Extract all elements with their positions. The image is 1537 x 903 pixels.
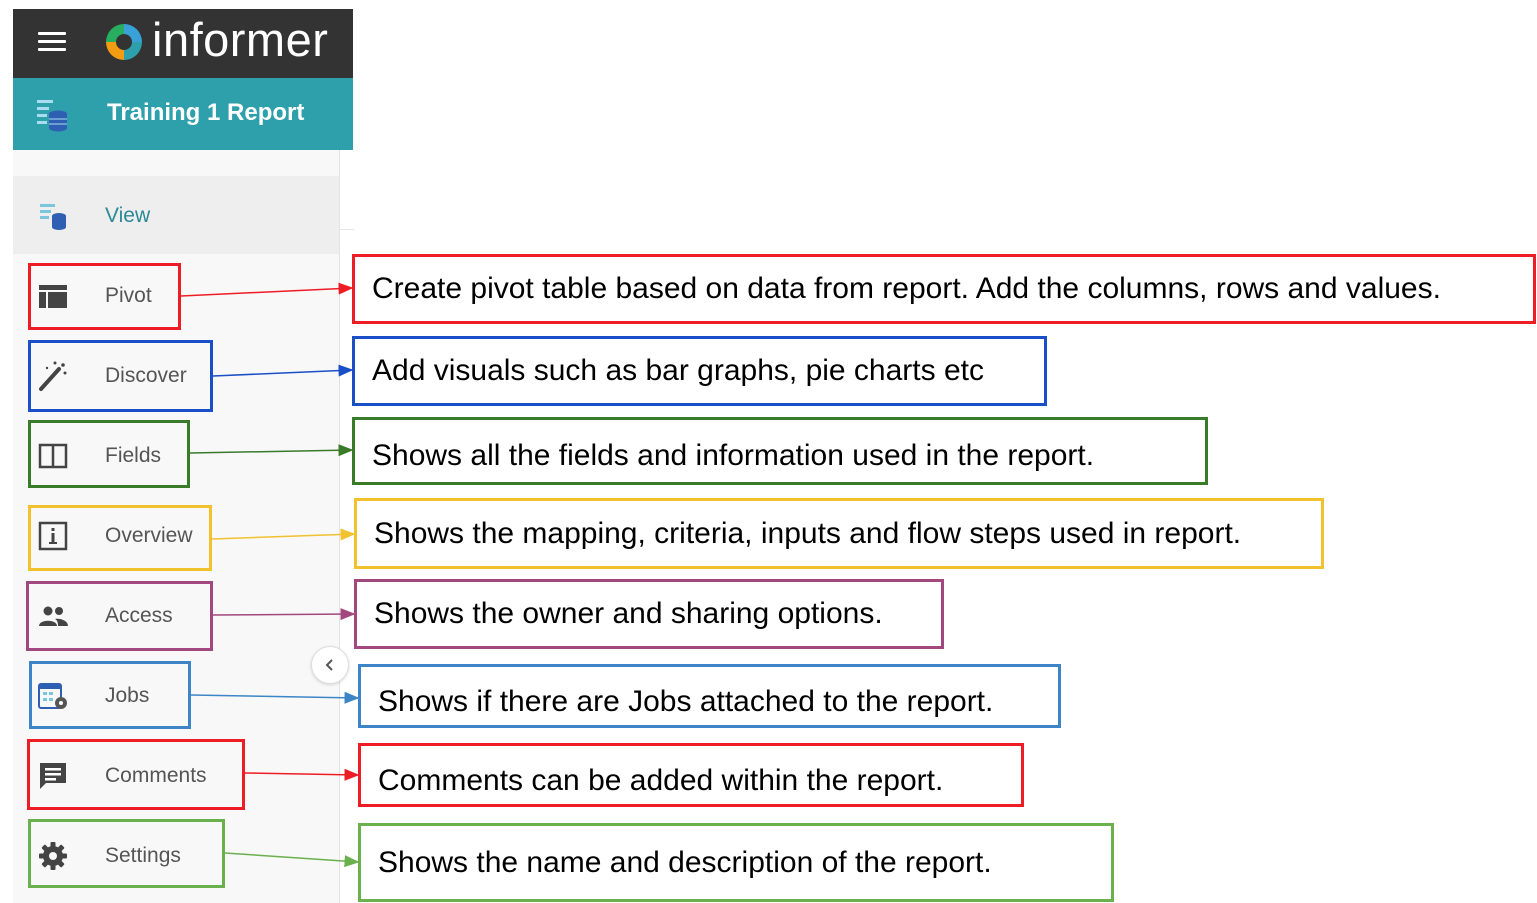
comments-arrow	[244, 768, 360, 781]
access-callout: Shows the owner and sharing options.	[354, 579, 944, 649]
pivot-arrow	[180, 282, 354, 297]
jobs-callout: Shows if there are Jobs attached to the …	[358, 664, 1061, 728]
jobs-arrow	[190, 691, 360, 704]
comments-callout: Comments can be added within the report.	[358, 743, 1024, 807]
settings-arrow	[224, 852, 360, 868]
access-arrow	[212, 608, 356, 621]
pivot-callout: Create pivot table based on data from re…	[352, 254, 1536, 324]
overview-arrow	[211, 528, 356, 541]
discover-callout: Add visuals such as bar graphs, pie char…	[352, 336, 1047, 406]
settings-callout: Shows the name and description of the re…	[358, 823, 1114, 902]
overview-callout: Shows the mapping, criteria, inputs and …	[354, 498, 1324, 569]
discover-arrow	[212, 364, 354, 377]
fields-callout: Shows all the fields and information use…	[352, 417, 1208, 485]
fields-arrow	[189, 444, 354, 457]
